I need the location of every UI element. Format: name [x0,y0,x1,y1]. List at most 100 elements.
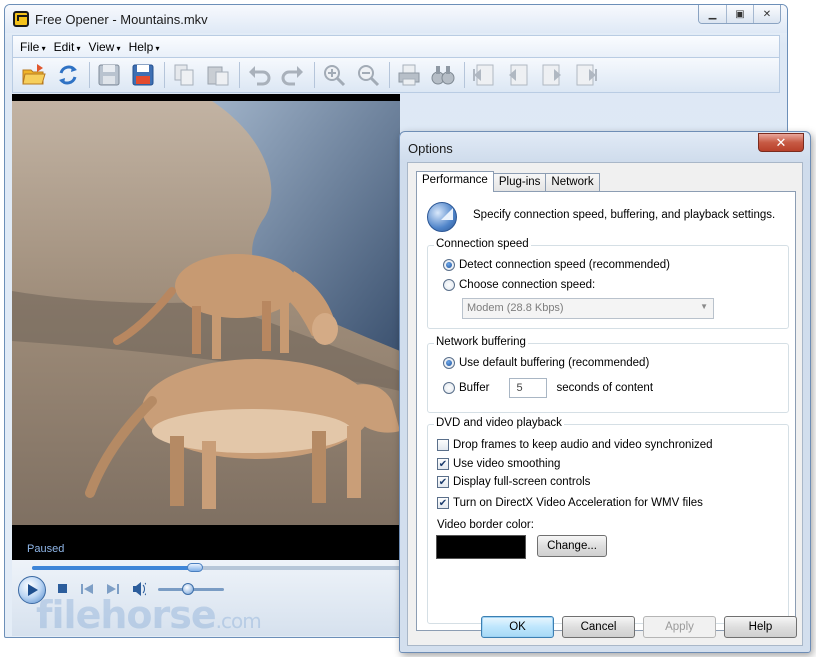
detect-speed-radio[interactable] [443,259,455,271]
group-label: DVD and video playback [434,417,564,429]
fullscreen-controls-option[interactable]: ✔ Display full-screen controls [437,476,590,488]
copy-button[interactable] [169,60,199,90]
restore-icon: ▣ [735,9,745,20]
last-page-button[interactable] [571,60,601,90]
title-bar[interactable]: Free Opener - Mountains.mkv ▁ ▣ ✕ [5,5,787,33]
seek-bar[interactable] [32,563,402,572]
dialog-title: Options [408,141,453,156]
refresh-button[interactable] [53,60,83,90]
options-dialog: Options ✕ Performance Plug-ins Network S… [399,131,811,653]
group-label: Network buffering [434,336,528,348]
custom-buffer-option[interactable]: Buffer seconds of content [443,378,653,398]
performance-panel: Specify connection speed, buffering, and… [416,191,796,631]
option-label: Choose connection speed: [459,279,596,291]
zoom-in-button[interactable] [319,60,349,90]
dialog-close-button[interactable]: ✕ [758,133,804,152]
video-smoothing-checkbox[interactable]: ✔ [437,458,449,470]
video-frame [12,101,400,525]
apply-button[interactable]: Apply [643,616,716,638]
chevron-down-icon: ▼ [700,302,708,311]
save-as-icon [132,64,154,86]
close-icon: ✕ [762,9,772,20]
toolbar [12,57,780,93]
toolbar-separator [314,62,315,88]
next-page-button[interactable] [537,60,567,90]
connection-speed-dropdown[interactable]: Modem (28.8 Kbps) ▼ [462,298,714,319]
buffer-seconds-input[interactable] [509,378,548,398]
video-image [12,101,400,525]
change-color-button[interactable]: Change... [537,535,607,557]
custom-buffer-radio[interactable] [443,382,455,394]
dialog-body: Performance Plug-ins Network Specify con… [407,162,803,646]
minimize-icon: ▁ [708,9,717,20]
find-button[interactable] [428,60,458,90]
tab-network[interactable]: Network [545,173,600,192]
fullscreen-controls-checkbox[interactable]: ✔ [437,476,449,488]
print-button[interactable] [394,60,424,90]
watermark: filehorse.com [36,593,262,637]
last-page-icon [576,64,597,86]
find-icon [431,66,455,85]
buffer-suffix: seconds of content [556,382,654,394]
playback-status: Paused [27,543,65,555]
close-button[interactable]: ✕ [753,5,780,23]
option-label: Buffer [459,382,490,394]
option-label: Use default buffering (recommended) [459,357,650,369]
next-page-icon [542,64,561,86]
directx-acceleration-option[interactable]: ✔ Turn on DirectX Video Acceleration for… [437,497,703,509]
paste-button[interactable] [203,60,233,90]
player-controls: filehorse.com [12,560,402,637]
choose-speed-option[interactable]: Choose connection speed: [443,279,595,291]
default-buffering-option[interactable]: Use default buffering (recommended) [443,357,649,369]
help-button[interactable]: Help [724,616,797,638]
video-smoothing-option[interactable]: ✔ Use video smoothing [437,458,560,470]
seek-progress [32,566,195,570]
maximize-button[interactable]: ▣ [726,5,753,23]
refresh-icon [59,65,77,85]
border-color-swatch [436,535,526,559]
redo-button[interactable] [278,60,308,90]
tab-plug-ins[interactable]: Plug-ins [492,173,547,192]
undo-icon [249,66,271,86]
save-icon [98,64,120,86]
network-buffering-group: Network buffering Use default buffering … [427,336,789,413]
menu-file[interactable]: File [19,40,47,54]
drop-frames-option[interactable]: Drop frames to keep audio and video sync… [437,439,713,451]
directx-acceleration-checkbox[interactable]: ✔ [437,497,449,509]
save-button[interactable] [94,60,124,90]
redo-icon [281,66,303,86]
connection-speed-group: Connection speed Detect connection speed… [427,238,789,329]
toolbar-separator [89,62,90,88]
drop-frames-checkbox[interactable] [437,439,449,451]
default-buffering-radio[interactable] [443,357,455,369]
video-area[interactable] [12,94,400,532]
open-button[interactable] [19,60,49,90]
undo-button[interactable] [244,60,274,90]
first-page-icon [473,64,494,86]
paste-icon [207,66,229,86]
previous-page-button[interactable] [503,60,533,90]
seek-thumb[interactable] [186,563,203,572]
previous-page-icon [509,64,528,86]
menu-view[interactable]: View [88,40,122,54]
close-icon: ✕ [775,134,787,150]
toolbar-separator [464,62,465,88]
copy-icon [174,64,194,86]
dropdown-value: Modem (28.8 Kbps) [467,302,564,314]
ok-button[interactable]: OK [481,616,554,638]
save-as-button[interactable] [128,60,158,90]
toolbar-separator [164,62,165,88]
performance-gauge-icon [427,202,457,232]
minimize-button[interactable]: ▁ [699,5,726,23]
cancel-button[interactable]: Cancel [562,616,635,638]
menu-help[interactable]: Help [128,40,161,54]
tab-performance[interactable]: Performance [416,171,494,192]
menu-edit[interactable]: Edit [53,40,82,54]
choose-speed-radio[interactable] [443,279,455,291]
zoom-out-icon [358,65,380,87]
first-page-button[interactable] [469,60,499,90]
zoom-out-button[interactable] [353,60,383,90]
app-icon [13,11,29,27]
player-status-bar: Paused [12,532,400,560]
detect-speed-option[interactable]: Detect connection speed (recommended) [443,259,670,271]
